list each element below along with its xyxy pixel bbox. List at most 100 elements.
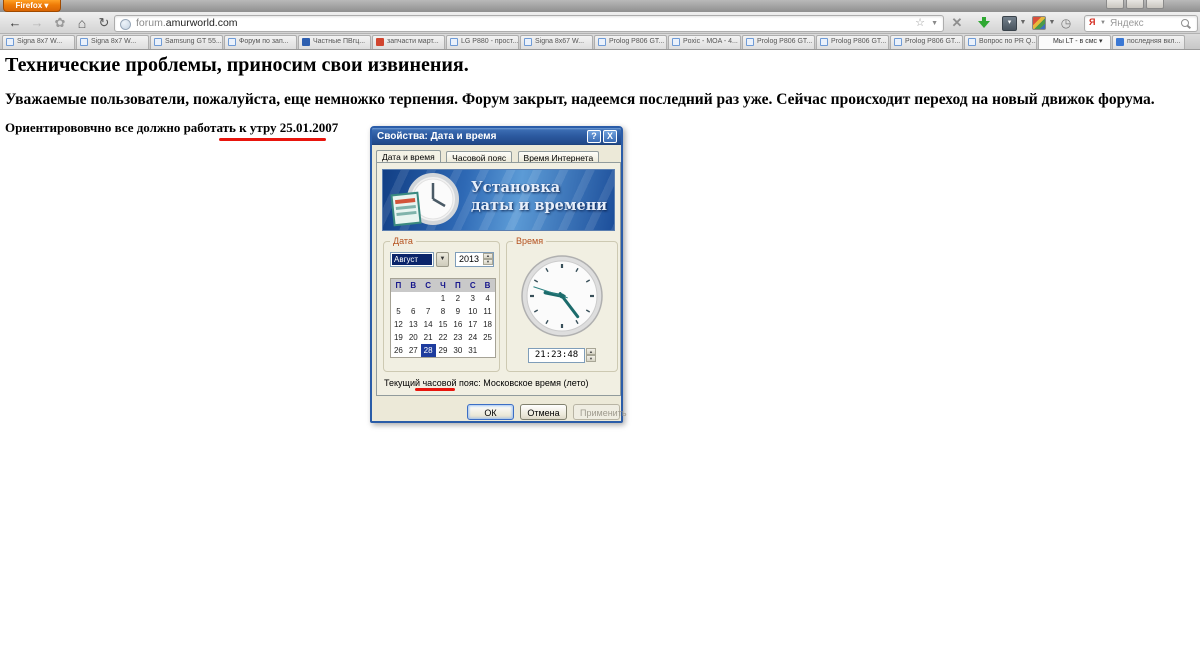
spin-down-icon[interactable]: ▼ xyxy=(483,259,493,265)
browser-tab[interactable]: Частные ПВгц... xyxy=(298,35,371,49)
calendar-day[interactable]: 1 xyxy=(436,292,451,305)
month-combobox[interactable]: Август xyxy=(390,252,434,267)
tab-favicon xyxy=(894,38,902,46)
calendar-day[interactable]: 21 xyxy=(421,331,436,344)
bookmarks-dropdown-icon[interactable]: ▼ xyxy=(1018,12,1028,34)
toolbar-dropdown-icon[interactable]: ▼ xyxy=(1047,12,1057,34)
calendar-day[interactable]: 25 xyxy=(480,331,495,344)
year-spin-buttons[interactable]: ▲ ▼ xyxy=(483,253,493,266)
close-button[interactable] xyxy=(1146,0,1164,9)
back-button[interactable]: ← xyxy=(6,12,24,34)
dialog-titlebar[interactable]: Свойства: Дата и время ? X xyxy=(372,128,621,145)
time-group: Время 21:23:48 ▲ ▼ xyxy=(506,236,618,372)
browser-tab[interactable]: Форум по зап... xyxy=(224,35,297,49)
site-identity-icon[interactable] xyxy=(120,19,131,30)
stop-button[interactable]: ✕ xyxy=(948,12,966,34)
calendar-day[interactable]: 2 xyxy=(450,292,465,305)
navigation-toolbar: ← → ✿ ⌂ ↻ forum.amurworld.com ☆ ▼ ✕ ▾ ▼ … xyxy=(0,12,1200,34)
calendar-day[interactable]: 9 xyxy=(450,305,465,318)
url-bar[interactable]: forum.amurworld.com ☆ ▼ xyxy=(114,15,944,32)
calendar-day[interactable]: 19 xyxy=(391,331,406,344)
calendar-day[interactable]: 29 xyxy=(436,344,451,357)
calendar-weekday: В xyxy=(405,279,421,292)
restore-button[interactable] xyxy=(1126,0,1144,9)
calendar-day[interactable]: 26 xyxy=(391,344,406,357)
dialog-help-button[interactable]: ? xyxy=(587,130,601,143)
downloads-button[interactable] xyxy=(978,17,990,28)
browser-tab[interactable]: Signa 8x67 W... xyxy=(520,35,593,49)
calendar-weekday: С xyxy=(465,279,481,292)
calendar-day[interactable]: 27 xyxy=(406,344,421,357)
year-spinner[interactable]: 2013 ▲ ▼ xyxy=(455,252,494,267)
calendar-day[interactable]: 5 xyxy=(391,305,406,318)
date-group-label: Дата xyxy=(390,236,416,246)
spin-up-icon[interactable]: ▲ xyxy=(586,348,596,355)
history-button[interactable]: ◷ xyxy=(1058,12,1074,34)
url-dropdown-icon[interactable]: ▼ xyxy=(931,16,938,31)
calendar-day[interactable]: 20 xyxy=(406,331,421,344)
calendar-day[interactable]: 3 xyxy=(465,292,480,305)
calendar-day[interactable]: 31 xyxy=(465,344,480,357)
minimize-button[interactable] xyxy=(1106,0,1124,9)
browser-tab[interactable]: Signa 8x7 W... xyxy=(76,35,149,49)
tab-favicon xyxy=(746,38,754,46)
calendar-day[interactable]: 22 xyxy=(436,331,451,344)
cancel-button[interactable]: Отмена xyxy=(520,404,567,420)
calendar-day[interactable]: 13 xyxy=(406,318,421,331)
forward-button[interactable]: → xyxy=(28,12,46,34)
dialog-close-button[interactable]: X xyxy=(603,130,617,143)
calendar-day[interactable]: 17 xyxy=(465,318,480,331)
browser-tab[interactable]: Prolog P806 GT... xyxy=(594,35,667,49)
browser-tab[interactable]: Poxic - MOA - 4... xyxy=(668,35,741,49)
calendar-day[interactable]: 16 xyxy=(450,318,465,331)
bookmark-star-icon[interactable]: ☆ xyxy=(915,16,925,31)
yandex-engine-icon[interactable]: Я xyxy=(1089,17,1095,27)
apply-button[interactable]: Применить xyxy=(573,404,627,420)
extension-icon[interactable]: ✿ xyxy=(52,12,68,34)
date-group: Дата Август ▼ 2013 ▲ ▼ П В С Ч П С В 1 2 3 4 5 6 7 8 9 10… xyxy=(383,236,500,372)
browser-tab[interactable]: Signa 8x7 W... xyxy=(2,35,75,49)
calendar-day[interactable]: 28 xyxy=(420,344,436,357)
calendar-day[interactable]: 15 xyxy=(436,318,451,331)
month-dropdown-button[interactable]: ▼ xyxy=(436,252,449,267)
browser-tab[interactable]: запчасти март... xyxy=(372,35,445,49)
calendar-day[interactable]: 4 xyxy=(480,292,495,305)
calendar-day[interactable]: 6 xyxy=(406,305,421,318)
browser-tab[interactable]: LG P880 - прост... xyxy=(446,35,519,49)
calendar-day[interactable]: 11 xyxy=(480,305,495,318)
ok-button[interactable]: ОК xyxy=(467,404,514,420)
calendar-day[interactable]: 7 xyxy=(421,305,436,318)
calendar-day[interactable]: 30 xyxy=(450,344,465,357)
tab-strip[interactable]: Signa 8x7 W... Signa 8x7 W... Samsung GT 5… xyxy=(0,34,1200,50)
calendar-grid[interactable]: П В С Ч П С В 1 2 3 4 5 6 7 8 9 10 11 12 13 14 15 16 17 18 19 20 21… xyxy=(390,278,496,358)
home-button[interactable]: ⌂ xyxy=(74,12,90,34)
url-text[interactable]: forum.amurworld.com xyxy=(136,16,238,31)
calendar-day[interactable]: 18 xyxy=(480,318,495,331)
browser-tab[interactable]: последняя вкл... xyxy=(1112,35,1185,49)
calendar-day[interactable]: 14 xyxy=(421,318,436,331)
browser-tab[interactable]: Prolog P806 GT... xyxy=(816,35,889,49)
browser-tab[interactable]: Prolog P806 GT... xyxy=(890,35,963,49)
calendar-day[interactable]: 23 xyxy=(450,331,465,344)
yandex-bar-home-icon[interactable] xyxy=(1032,16,1046,30)
calendar-day[interactable]: 24 xyxy=(465,331,480,344)
search-box[interactable]: Я ▼ Яндекс xyxy=(1084,15,1198,32)
dialog-title: Свойства: Дата и время xyxy=(377,131,497,142)
bookmarks-panel-button[interactable]: ▾ xyxy=(1002,16,1017,31)
search-engine-dropdown-icon[interactable]: ▼ xyxy=(1100,16,1106,31)
calendar-day[interactable]: 10 xyxy=(465,305,480,318)
browser-tab[interactable]: Вопрос по PR Q... xyxy=(964,35,1037,49)
tab-favicon xyxy=(968,38,976,46)
browser-tab[interactable]: Мы LT - в смс ▾ xyxy=(1038,35,1111,49)
dialog-tab-panel: Установка даты и времени Дата Август ▼ 2… xyxy=(376,162,621,396)
spin-down-icon[interactable]: ▼ xyxy=(586,355,596,362)
browser-tab[interactable]: Samsung GT 55... xyxy=(150,35,223,49)
firefox-menu-button[interactable]: Firefox ▾ xyxy=(3,0,61,12)
browser-tab[interactable]: Prolog P806 GT... xyxy=(742,35,815,49)
search-magnifier-icon[interactable] xyxy=(1181,19,1189,27)
reload-button[interactable]: ↻ xyxy=(96,12,112,34)
calendar-day[interactable]: 12 xyxy=(391,318,406,331)
time-field[interactable]: 21:23:48 xyxy=(528,348,585,363)
time-spin-buttons[interactable]: ▲ ▼ xyxy=(586,348,596,363)
calendar-day[interactable]: 8 xyxy=(436,305,451,318)
